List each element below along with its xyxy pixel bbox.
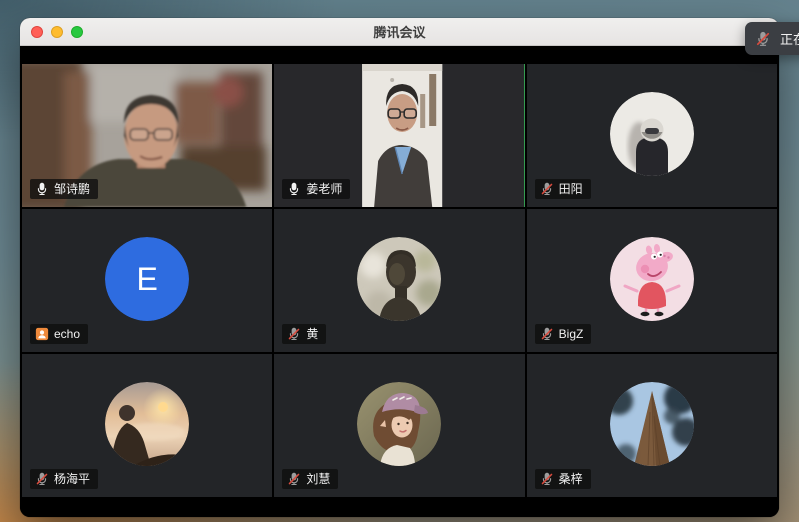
participant-name: BigZ	[559, 326, 584, 342]
avatar: E	[105, 237, 189, 321]
avatar	[610, 382, 694, 466]
participant-nametag: 刘慧	[282, 469, 338, 489]
mic-muted-icon	[540, 327, 554, 341]
participant-nametag: 邹诗鹏	[30, 179, 98, 199]
floating-status-panel[interactable]: 正在	[745, 22, 799, 55]
status-panel-label: 正在	[780, 29, 799, 48]
participant-name: 桑梓	[559, 471, 583, 487]
participant-nametag: BigZ	[535, 324, 592, 344]
zoom-button[interactable]	[71, 26, 83, 38]
minimize-button[interactable]	[51, 26, 63, 38]
astronaut-avatar-image	[610, 92, 694, 176]
meeting-content: 邹诗鹏	[20, 46, 779, 517]
participant-tile-video[interactable]: 邹诗鹏	[22, 64, 272, 207]
participant-tile-avatar[interactable]: 桑梓	[527, 354, 777, 497]
participant-name: 姜老师	[306, 181, 342, 197]
mic-muted-icon	[35, 472, 49, 486]
desktop: { "window": { "title": "腾讯会议" }, "titleb…	[0, 0, 799, 522]
close-button[interactable]	[31, 26, 43, 38]
letter-avatar: E	[105, 237, 189, 321]
participant-tile-avatar[interactable]: 黄	[274, 209, 524, 352]
sunset-avatar-image	[105, 382, 189, 466]
statue-avatar-image	[357, 237, 441, 321]
participant-tile-avatar[interactable]: E echo	[22, 209, 272, 352]
mic-muted-icon	[287, 327, 301, 341]
avatar	[105, 382, 189, 466]
tree-avatar-image	[610, 382, 694, 466]
mic-muted-icon	[755, 31, 771, 47]
window-titlebar[interactable]: 腾讯会议	[20, 18, 779, 46]
participant-nametag: 桑梓	[535, 469, 591, 489]
traffic-lights	[20, 26, 83, 38]
participant-tile-avatar[interactable]: 杨海平	[22, 354, 272, 497]
participant-tile-avatar[interactable]: BigZ	[527, 209, 777, 352]
participant-nametag: 黄	[282, 324, 326, 344]
mic-muted-icon	[287, 472, 301, 486]
avatar	[357, 382, 441, 466]
avatar	[357, 237, 441, 321]
avatar	[610, 237, 694, 321]
participant-name: 邹诗鹏	[54, 181, 90, 197]
participant-tile-video-active[interactable]: 姜老师	[274, 64, 524, 207]
phone-user-icon	[35, 327, 49, 341]
participant-nametag: 田阳	[535, 179, 591, 199]
mic-muted-icon	[540, 472, 554, 486]
participant-name: 田阳	[559, 181, 583, 197]
mic-on-icon	[287, 182, 301, 196]
mic-muted-icon	[540, 182, 554, 196]
meeting-window: 腾讯会议	[20, 18, 779, 517]
peppa-pig-avatar-image	[610, 237, 694, 321]
mic-on-icon	[35, 182, 49, 196]
participant-tile-avatar[interactable]: 刘慧	[274, 354, 524, 497]
participant-nametag: 杨海平	[30, 469, 98, 489]
girl-cap-avatar-image	[357, 382, 441, 466]
participant-name: 黄	[306, 326, 318, 342]
avatar	[610, 92, 694, 176]
participant-name: 杨海平	[54, 471, 90, 487]
participant-name: 刘慧	[306, 471, 330, 487]
participant-nametag: echo	[30, 324, 88, 344]
participant-tile-avatar[interactable]: 田阳	[527, 64, 777, 207]
window-title: 腾讯会议	[20, 22, 779, 41]
participant-grid: 邹诗鹏	[22, 64, 777, 497]
participant-nametag: 姜老师	[282, 179, 350, 199]
participant-name: echo	[54, 326, 80, 342]
